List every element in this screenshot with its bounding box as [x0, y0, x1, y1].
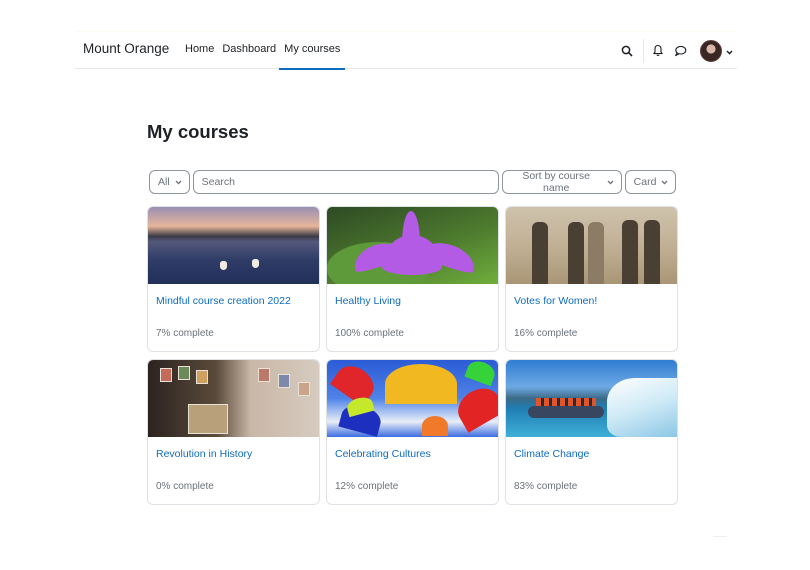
course-image-arctic-boat[interactable] — [506, 360, 677, 437]
umbrella-shape — [451, 381, 498, 433]
figure-shape — [588, 222, 604, 284]
navbar-divider — [643, 38, 644, 63]
grouping-label: All — [158, 176, 170, 188]
course-title-link[interactable]: Celebrating Cultures — [335, 448, 431, 460]
course-card[interactable]: Climate Change 83% complete — [505, 359, 678, 505]
stamp-shape — [258, 368, 270, 382]
nav-link-my-courses[interactable]: My courses — [279, 32, 346, 70]
sort-label: Sort by course name — [522, 170, 591, 194]
course-card[interactable]: Celebrating Cultures 12% complete — [326, 359, 499, 505]
course-image-umbrellas[interactable] — [327, 360, 498, 437]
course-progress: 16% complete — [514, 328, 578, 339]
course-image-lake-swans[interactable] — [148, 207, 319, 284]
stamp-shape — [160, 368, 172, 382]
course-progress: 12% complete — [335, 481, 399, 492]
view-label: Card — [633, 176, 657, 188]
course-grid: Mindful course creation 2022 7% complete… — [147, 206, 678, 505]
navbar-actions — [619, 32, 737, 69]
figure-shape — [532, 222, 548, 284]
stamp-shape — [196, 370, 208, 384]
chevron-down-icon — [607, 176, 614, 188]
course-title-link[interactable]: Revolution in History — [156, 448, 252, 460]
umbrella-shape — [385, 364, 457, 404]
search-input[interactable] — [192, 170, 499, 194]
chevron-down-icon[interactable] — [726, 42, 733, 60]
course-image-suffragettes[interactable] — [506, 207, 677, 284]
course-image-lotus[interactable] — [327, 207, 498, 284]
page-title: My courses — [147, 121, 249, 142]
course-title-link[interactable]: Mindful course creation 2022 — [156, 295, 291, 307]
stamp-shape — [278, 374, 290, 388]
course-card[interactable]: Revolution in History 0% complete — [147, 359, 320, 505]
search-icon[interactable] — [619, 43, 635, 59]
figure-shape — [622, 220, 638, 284]
swan-shape — [220, 261, 227, 270]
grouping-dropdown[interactable]: All — [149, 170, 190, 194]
view-dropdown[interactable]: Card — [624, 170, 677, 194]
umbrella-shape — [464, 360, 498, 387]
course-title-link[interactable]: Votes for Women! — [514, 295, 597, 307]
umbrella-shape — [422, 416, 448, 436]
chevron-down-icon — [175, 176, 182, 188]
top-navbar: Mount Orange Home Dashboard My courses — [75, 31, 737, 70]
boat-shape — [528, 406, 604, 418]
stamp-shape — [298, 382, 310, 396]
course-progress: 7% complete — [156, 328, 214, 339]
petal-shape — [402, 211, 420, 251]
figure-shape — [644, 220, 660, 284]
bell-icon[interactable] — [650, 43, 666, 59]
iceberg-shape — [607, 378, 677, 437]
primary-navigation: Home Dashboard My courses — [185, 32, 348, 70]
course-card[interactable]: Votes for Women! 16% complete — [505, 206, 678, 352]
site-brand[interactable]: Mount Orange — [83, 41, 169, 56]
swan-shape — [252, 259, 259, 268]
stamp-shape — [188, 404, 228, 434]
course-image-stamps[interactable] — [148, 360, 319, 437]
decorative-mark — [713, 536, 727, 537]
course-card[interactable]: Healthy Living 100% complete — [326, 206, 499, 352]
figure-shape — [568, 222, 584, 284]
chevron-down-icon — [661, 176, 668, 188]
course-progress: 100% complete — [335, 328, 404, 339]
stamp-shape — [178, 366, 190, 380]
nav-link-dashboard[interactable]: Dashboard — [222, 32, 276, 69]
course-title-link[interactable]: Healthy Living — [335, 295, 401, 307]
sort-dropdown[interactable]: Sort by course name — [501, 170, 622, 194]
course-card[interactable]: Mindful course creation 2022 7% complete — [147, 206, 320, 352]
message-icon[interactable] — [672, 43, 688, 59]
user-avatar[interactable] — [700, 39, 722, 62]
nav-link-home[interactable]: Home — [185, 32, 214, 69]
course-progress: 83% complete — [514, 481, 578, 492]
course-filters: All Sort by course name Card — [149, 170, 677, 194]
course-title-link[interactable]: Climate Change — [514, 448, 589, 460]
course-progress: 0% complete — [156, 481, 214, 492]
